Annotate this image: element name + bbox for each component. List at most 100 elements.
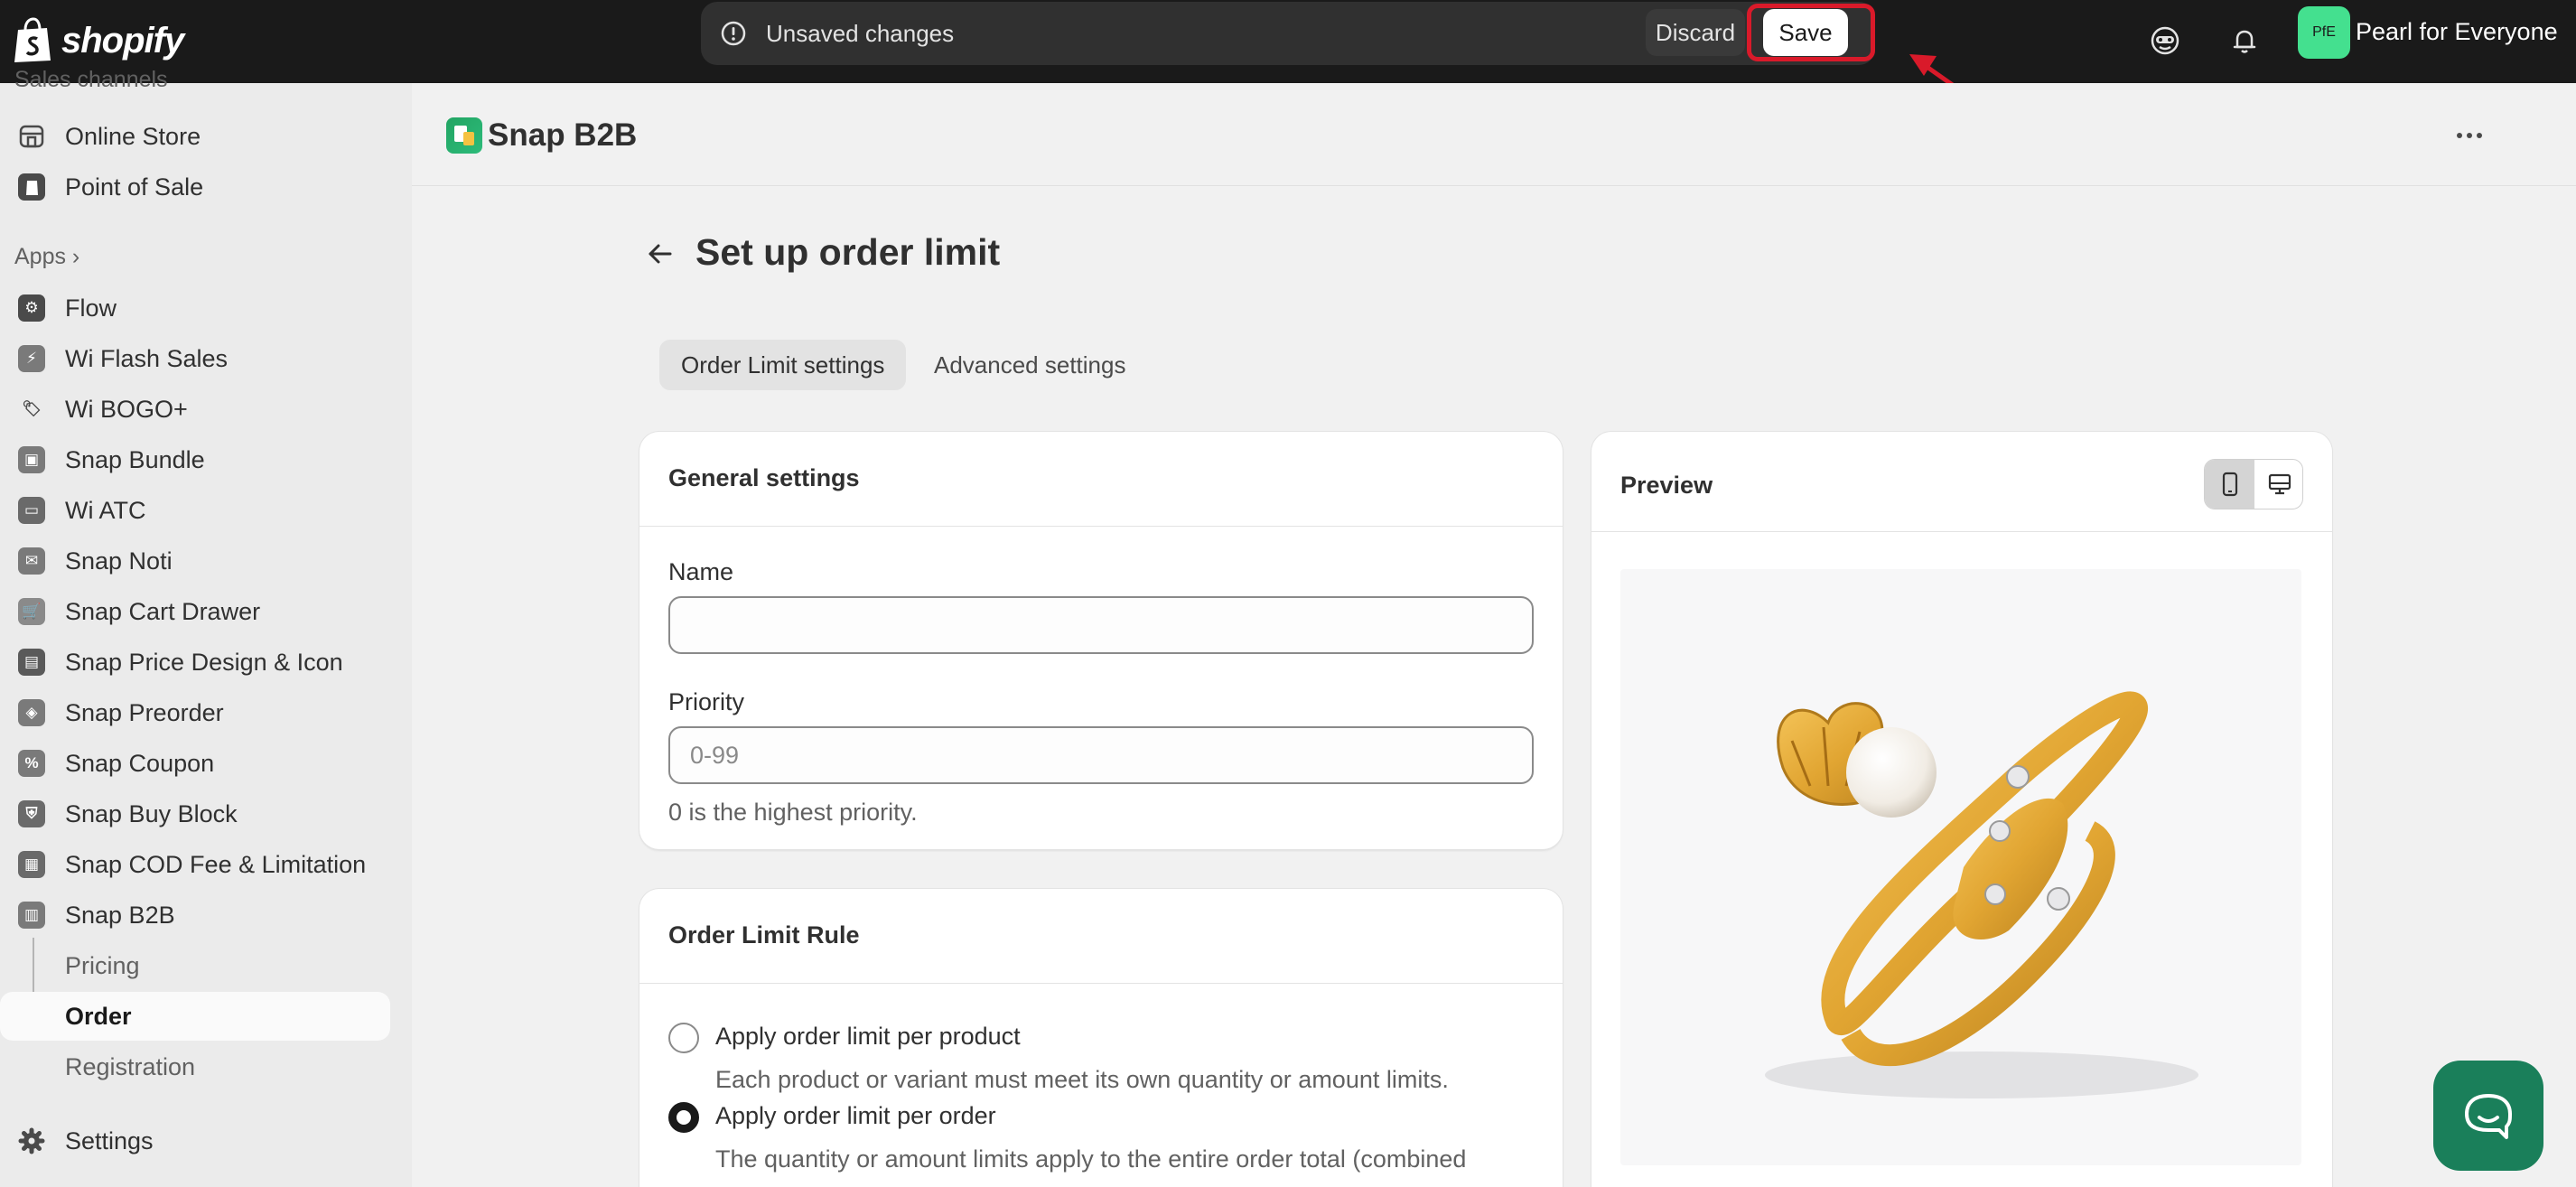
per-order-radio[interactable] (668, 1102, 699, 1133)
sidebar-item-order[interactable]: Order (0, 992, 390, 1041)
sidebar-item-point-of-sale[interactable]: Point of Sale (0, 163, 390, 211)
per-order-label[interactable]: Apply order limit per order (715, 1102, 996, 1130)
apps-heading[interactable]: Apps › (14, 244, 79, 270)
sidebar-item-label: Pricing (65, 951, 140, 979)
sidebar-item-label: Snap COD Fee & Limitation (65, 850, 367, 878)
tab-order-limit-settings[interactable]: Order Limit settings (659, 340, 907, 390)
snap-b2b-logo-icon (446, 117, 482, 154)
bundle-icon: ▣ (18, 446, 45, 473)
discard-button[interactable]: Discard (1646, 9, 1745, 56)
sidebar-item-wi-bogo[interactable]: 🏷 Wi BOGO+ (0, 385, 390, 434)
card-title: General settings (668, 464, 860, 491)
price-design-icon: ▤ (18, 649, 45, 676)
sidebar-item-label: Snap Bundle (65, 445, 205, 473)
more-actions-icon[interactable] (2450, 117, 2489, 154)
cart-icon: 🛒 (18, 598, 45, 625)
sidebar-item-online-store[interactable]: Online Store (0, 112, 390, 161)
per-product-radio[interactable] (668, 1023, 699, 1053)
sidebar-item-label: Settings (65, 1126, 154, 1154)
sidebar-item-label: Order (65, 1002, 132, 1030)
priority-field[interactable] (668, 726, 1534, 784)
sidebar-item-label: Flow (65, 294, 117, 322)
sidebar-item-snap-buy-block[interactable]: ⛨ Snap Buy Block (0, 790, 390, 838)
card-title: Preview (1620, 472, 1713, 499)
sidebar-item-label: Wi Flash Sales (65, 344, 229, 372)
shopify-bag-icon (13, 17, 54, 64)
desktop-view-button[interactable] (2254, 460, 2302, 509)
sidebar-item-label: Wi ATC (65, 496, 146, 524)
sidebar-item-label: Snap Preorder (65, 698, 224, 726)
chat-support-button[interactable] (2433, 1061, 2543, 1171)
sidebar-item-wi-atc[interactable]: ▭ Wi ATC (0, 486, 390, 535)
divider (639, 526, 1563, 527)
atc-icon: ▭ (18, 497, 45, 524)
unsaved-changes-bar: Unsaved changes Discard Save (701, 2, 1875, 65)
sidebar-item-flow[interactable]: ⚙ Flow (0, 284, 390, 332)
sidebar-item-snap-price-design[interactable]: ▤ Snap Price Design & Icon (0, 638, 390, 687)
mobile-icon (2222, 472, 2237, 497)
sidebar-item-label: Registration (65, 1052, 196, 1080)
name-field[interactable] (668, 596, 1534, 654)
sidebar-item-settings[interactable]: Settings (0, 1117, 390, 1165)
back-arrow-icon[interactable] (643, 237, 677, 271)
sidebar-item-label: Snap B2B (65, 901, 175, 929)
app-title: Snap B2B (488, 117, 638, 153)
shopify-logo[interactable]: shopify (13, 13, 184, 69)
flow-icon: ⚙ (18, 294, 45, 322)
mobile-view-button[interactable] (2205, 460, 2254, 509)
gear-icon (18, 1127, 45, 1154)
unsaved-changes-text: Unsaved changes (766, 20, 955, 47)
sidebar-item-label: Online Store (65, 122, 201, 150)
preview-card: Preview (1591, 432, 2332, 1187)
sidebar-item-label: Point of Sale (65, 173, 204, 201)
per-product-label[interactable]: Apply order limit per product (715, 1023, 1021, 1051)
top-bar: shopify Unsaved changes Discard Save PfE… (0, 0, 2576, 83)
card-title: Order Limit Rule (668, 921, 860, 949)
save-button[interactable]: Save (1763, 9, 1848, 56)
sidebar-item-label: Snap Coupon (65, 749, 215, 777)
sidebar-item-registration[interactable]: Registration (0, 1042, 390, 1091)
page-title: Set up order limit (695, 231, 1001, 273)
order-limit-rule-card: Order Limit Rule Apply order limit per p… (639, 889, 1563, 1187)
per-order-help: The quantity or amount limits apply to t… (715, 1145, 1467, 1173)
name-label: Name (668, 558, 734, 585)
sidebar-item-label: Wi BOGO+ (65, 395, 188, 423)
sidebar-item-snap-cart-drawer[interactable]: 🛒 Snap Cart Drawer (0, 587, 390, 636)
sidebar-item-snap-preorder[interactable]: ◈ Snap Preorder (0, 688, 390, 737)
desktop-icon (2268, 473, 2291, 495)
sidebar-item-snap-bundle[interactable]: ▣ Snap Bundle (0, 435, 390, 484)
tab-advanced-settings[interactable]: Advanced settings (912, 340, 1147, 390)
priority-label: Priority (668, 688, 745, 715)
priority-help-text: 0 is the highest priority. (668, 799, 918, 826)
pearl-ring-image (1765, 691, 2198, 1098)
cod-fee-icon: ▦ (18, 851, 45, 878)
sidebar-item-snap-coupon[interactable]: % Snap Coupon (0, 739, 390, 788)
sales-channels-heading[interactable]: Sales channels (14, 67, 168, 93)
device-toggle (2204, 459, 2303, 509)
main-content: Snap B2B Set up order limit Order Limit … (412, 83, 2576, 1187)
noti-icon: ✉ (18, 547, 45, 575)
store-name[interactable]: Pearl for Everyone (2356, 18, 2558, 46)
alert-circle-icon (719, 19, 748, 48)
sidebar-item-label: Snap Buy Block (65, 799, 238, 827)
preorder-icon: ◈ (18, 699, 45, 726)
store-icon (18, 123, 45, 150)
b2b-icon: ▥ (18, 902, 45, 929)
sidebar-item-wi-flash-sales[interactable]: ⚡ Wi Flash Sales (0, 334, 390, 383)
sidebar-item-label: Snap Noti (65, 547, 173, 575)
avatar[interactable]: PfE (2298, 6, 2350, 59)
divider (1591, 531, 2332, 532)
sidebar-item-snap-noti[interactable]: ✉ Snap Noti (0, 537, 390, 585)
sidebar-item-snap-b2b[interactable]: ▥ Snap B2B (0, 891, 390, 939)
sidebar-item-snap-cod-fee[interactable]: ▦ Snap COD Fee & Limitation (0, 840, 390, 889)
sidebar-item-pricing[interactable]: Pricing (0, 941, 390, 990)
divider (639, 983, 1563, 984)
pos-icon (18, 173, 45, 201)
bogo-icon: 🏷 (22, 400, 42, 417)
flash-sales-icon: ⚡ (18, 345, 45, 372)
per-product-help: Each product or variant must meet its ow… (715, 1066, 1449, 1093)
app-header: Snap B2B (412, 83, 2576, 186)
sidekick-icon[interactable] (2141, 16, 2189, 65)
bell-icon[interactable] (2220, 16, 2269, 65)
coupon-icon: % (18, 750, 45, 777)
